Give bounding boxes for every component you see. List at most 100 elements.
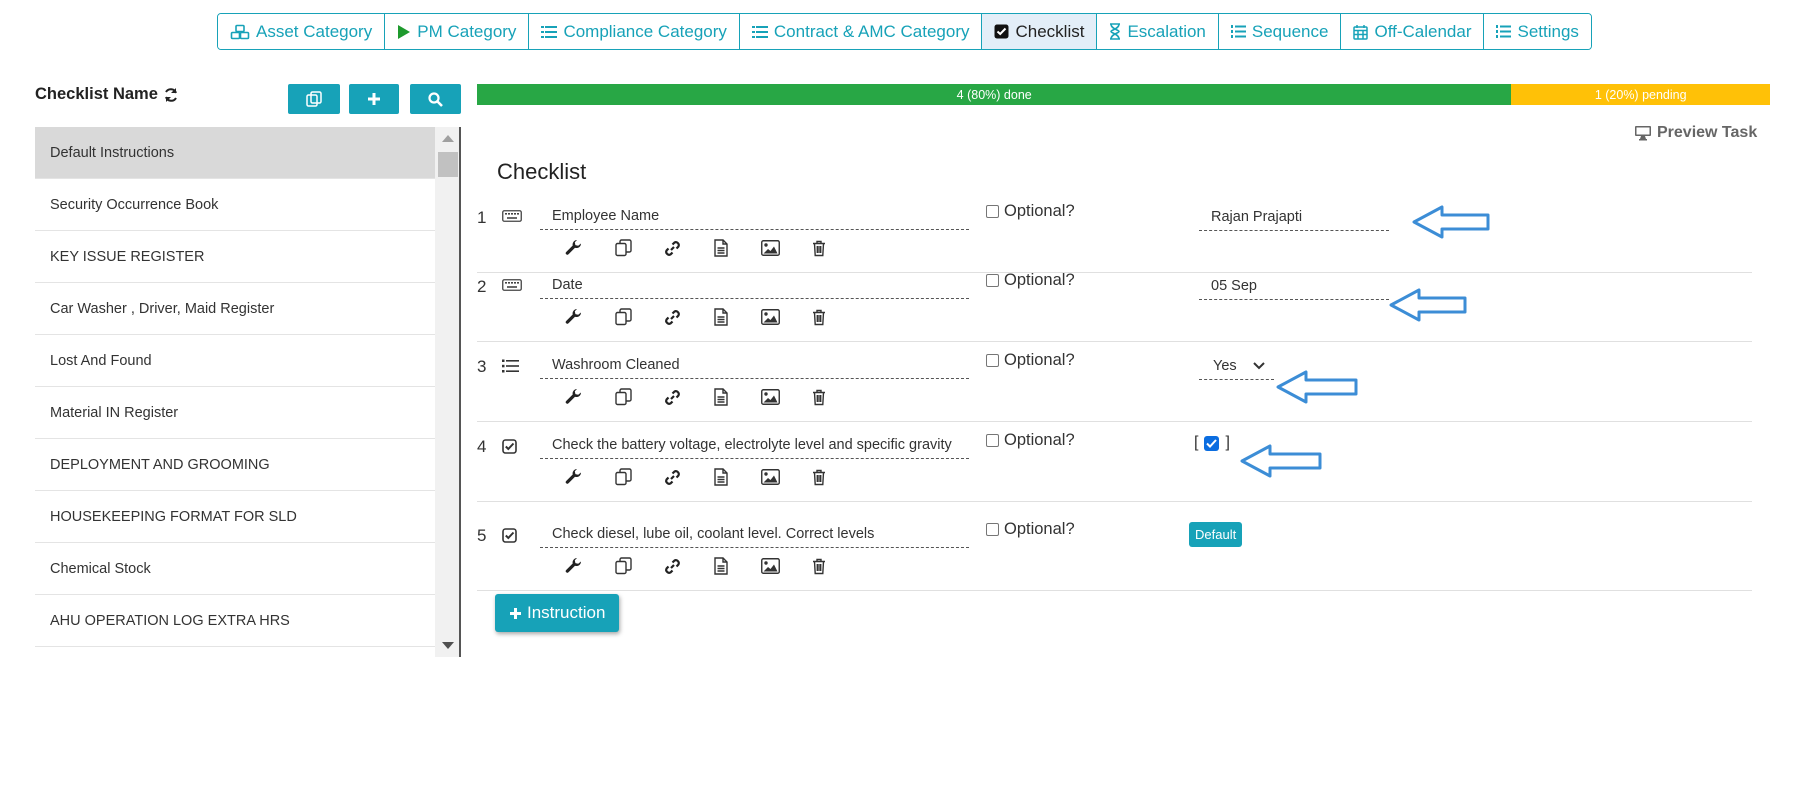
response-value-field[interactable]: 05 Sep: [1199, 272, 1389, 300]
trash-icon[interactable]: [807, 467, 831, 487]
wrench-icon[interactable]: [562, 307, 586, 327]
tab-compliance-category[interactable]: Compliance Category: [529, 14, 740, 49]
selected-option: Yes: [1213, 357, 1237, 374]
image-icon[interactable]: [758, 238, 782, 258]
instruction-title-field[interactable]: Employee Name: [540, 203, 969, 230]
list-item[interactable]: DEPLOYMENT AND GROOMING: [35, 439, 435, 491]
scroll-thumb[interactable]: [438, 152, 458, 177]
document-icon[interactable]: [709, 467, 733, 487]
copy-icon[interactable]: [611, 467, 635, 487]
tab-contract-amc-category[interactable]: Contract & AMC Category: [739, 14, 983, 49]
wrench-icon[interactable]: [562, 556, 586, 576]
document-icon[interactable]: [709, 307, 733, 327]
instruction-title-field[interactable]: Date: [540, 272, 969, 299]
instruction-title-field[interactable]: Check the battery voltage, electrolyte l…: [540, 432, 969, 459]
list-item[interactable]: HOUSEKEEPING FORMAT FOR SLD: [35, 491, 435, 543]
response-checkbox-field[interactable]: [ ]: [1194, 434, 1230, 452]
optional-checkbox[interactable]: [986, 523, 999, 536]
optional-toggle[interactable]: Optional?: [986, 202, 1075, 221]
tab-off-calendar[interactable]: Off-Calendar: [1341, 14, 1485, 49]
optional-checkbox[interactable]: [986, 205, 999, 218]
tab-label: Asset Category: [256, 21, 373, 41]
optional-toggle[interactable]: Optional?: [986, 351, 1075, 370]
link-icon[interactable]: [660, 238, 684, 258]
copy-checklist-button[interactable]: [288, 84, 340, 114]
optional-label: Optional?: [1004, 271, 1075, 289]
copy-icon[interactable]: [611, 307, 635, 327]
wrench-icon[interactable]: [562, 238, 586, 258]
wrench-icon[interactable]: [562, 387, 586, 407]
image-icon[interactable]: [758, 556, 782, 576]
trash-icon[interactable]: [807, 307, 831, 327]
row-number: 5: [477, 526, 487, 545]
list-item[interactable]: Chemical Stock: [35, 543, 435, 595]
row-number: 3: [477, 357, 487, 376]
copy-icon[interactable]: [611, 238, 635, 258]
document-icon[interactable]: [709, 238, 733, 258]
tab-settings[interactable]: Settings: [1484, 14, 1591, 49]
tab-pm-category[interactable]: PM Category: [385, 14, 530, 49]
optional-checkbox[interactable]: [986, 274, 999, 287]
instruction-title-field[interactable]: Check diesel, lube oil, coolant level. C…: [540, 521, 969, 548]
response-checkbox[interactable]: [1204, 435, 1220, 451]
tab-label: Sequence: [1251, 21, 1329, 41]
tab-checklist[interactable]: Checklist: [982, 14, 1098, 49]
checklist-list-panel: Default Instructions Security Occurrence…: [35, 127, 461, 657]
image-icon[interactable]: [758, 387, 782, 407]
scroll-down-arrow-icon[interactable]: [442, 642, 454, 649]
optional-toggle[interactable]: Optional?: [986, 520, 1075, 539]
image-icon[interactable]: [758, 307, 782, 327]
add-checklist-button[interactable]: [349, 84, 399, 114]
link-icon[interactable]: [660, 556, 684, 576]
preview-task-link[interactable]: Preview Task: [1634, 124, 1757, 142]
optional-toggle[interactable]: Optional?: [986, 431, 1075, 450]
image-icon[interactable]: [758, 467, 782, 487]
response-value-field[interactable]: Rajan Prajapti: [1199, 203, 1389, 231]
search-checklist-button[interactable]: [410, 84, 461, 114]
list-item[interactable]: Security Occurrence Book: [35, 179, 435, 231]
list-item[interactable]: KEY ISSUE REGISTER: [35, 231, 435, 283]
trash-icon[interactable]: [807, 238, 831, 258]
keyboard-icon: [502, 210, 522, 222]
checkmark-icon: [1206, 438, 1218, 448]
tab-asset-category[interactable]: Asset Category: [218, 14, 386, 49]
list-item[interactable]: Car Washer , Driver, Maid Register: [35, 283, 435, 335]
scroll-up-arrow-icon[interactable]: [442, 135, 454, 142]
tab-label: Contract & AMC Category: [773, 21, 970, 41]
tab-label: Compliance Category: [563, 21, 727, 41]
list-icon: [751, 25, 768, 38]
copy-icon[interactable]: [611, 387, 635, 407]
copy-icon[interactable]: [611, 556, 635, 576]
list-scrollbar[interactable]: [435, 127, 459, 657]
link-icon[interactable]: [660, 307, 684, 327]
add-instruction-button[interactable]: Instruction: [495, 594, 620, 632]
optional-checkbox[interactable]: [986, 434, 999, 447]
checklist-name-heading: Checklist Name: [35, 85, 179, 104]
optional-checkbox[interactable]: [986, 354, 999, 367]
refresh-icon[interactable]: [163, 87, 179, 103]
list-icon: [502, 359, 519, 373]
list-item[interactable]: AHU OPERATION LOG EXTRA HRS: [35, 595, 435, 647]
response-select[interactable]: Yes: [1199, 352, 1274, 380]
default-value-button[interactable]: Default: [1189, 522, 1243, 547]
trash-icon[interactable]: [807, 387, 831, 407]
document-icon[interactable]: [709, 556, 733, 576]
checklist-section-title: Checklist: [497, 159, 587, 184]
checklist-row: 1 Employee Name Optional? Rajan Prajapti: [477, 193, 1752, 273]
instruction-title-field[interactable]: Washroom Cleaned: [540, 352, 969, 379]
list-item[interactable]: Material IN Register: [35, 387, 435, 439]
trash-icon[interactable]: [807, 556, 831, 576]
link-icon[interactable]: [660, 467, 684, 487]
plus-icon: [510, 607, 521, 619]
wrench-icon[interactable]: [562, 467, 586, 487]
list-item[interactable]: Lost And Found: [35, 335, 435, 387]
tab-escalation[interactable]: Escalation: [1097, 14, 1219, 49]
tab-label: Settings: [1517, 21, 1579, 41]
link-icon[interactable]: [660, 387, 684, 407]
optional-toggle[interactable]: Optional?: [986, 271, 1075, 290]
checklist-row: 2 Date Optional? 05 Sep: [477, 262, 1752, 342]
tab-sequence[interactable]: Sequence: [1218, 14, 1342, 49]
document-icon[interactable]: [709, 387, 733, 407]
row-number: 2: [477, 277, 487, 296]
list-item[interactable]: Default Instructions: [35, 127, 435, 179]
